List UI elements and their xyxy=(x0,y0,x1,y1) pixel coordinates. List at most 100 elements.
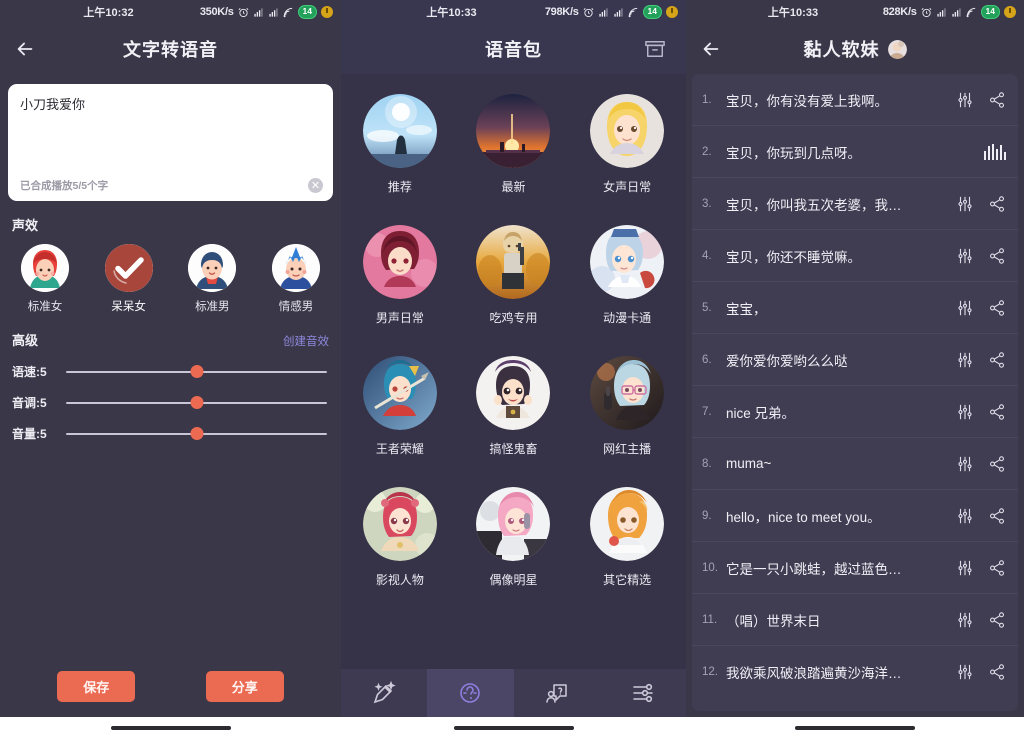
pack-cell[interactable]: 网红主播 xyxy=(570,342,684,473)
phrase-list[interactable]: 1. 宝贝，你有没有爱上我啊。 2. 宝贝，你玩到几点呀。 3. 宝贝，你叫我五… xyxy=(692,74,1018,711)
voice-option-emotional-male[interactable]: 情感男 xyxy=(265,244,327,314)
item-index: 12. xyxy=(702,666,718,678)
equalizer-icon[interactable] xyxy=(956,403,974,421)
pack-cell[interactable]: 影视人物 xyxy=(343,473,457,604)
pack-cell[interactable]: 搞怪鬼畜 xyxy=(457,342,571,473)
pack-cell[interactable]: 王者荣耀 xyxy=(343,342,457,473)
back-arrow-icon[interactable] xyxy=(14,38,36,60)
pack-label: 搞怪鬼畜 xyxy=(489,442,538,456)
equalizer-icon[interactable] xyxy=(956,663,974,681)
status-bar-phrases: 上午10:33 828K/s 14 xyxy=(686,0,1024,24)
item-text: hello，nice to meet you。 xyxy=(726,509,881,525)
advanced-section-header: 高级 创建音效 xyxy=(12,330,329,349)
pack-cell[interactable]: 偶像明星 xyxy=(457,473,571,604)
share-icon[interactable] xyxy=(988,351,1006,369)
waveform-playing-icon[interactable] xyxy=(984,143,1006,160)
voice-option-standard-female[interactable]: 标准女 xyxy=(14,244,76,314)
share-icon[interactable] xyxy=(988,299,1006,317)
voice-option-cute-female[interactable]: 呆呆女 xyxy=(98,244,160,314)
system-nav-bar xyxy=(686,717,1024,739)
equalizer-icon[interactable] xyxy=(956,195,974,213)
status-time: 上午10:33 xyxy=(767,7,819,19)
equalizer-icon[interactable] xyxy=(956,247,974,265)
create-effect-link[interactable]: 创建音效 xyxy=(283,333,329,349)
signal-icon-sim1 xyxy=(253,7,264,18)
item-text: 宝贝，你玩到几点呀。 xyxy=(726,145,861,161)
equalizer-icon[interactable] xyxy=(956,559,974,577)
power-saver-icon xyxy=(666,6,678,18)
list-item[interactable]: 9. hello，nice to meet you。 xyxy=(692,490,1018,542)
pack-cell[interactable]: 最新 xyxy=(457,80,571,211)
clear-text-icon[interactable]: ✕ xyxy=(308,178,323,193)
item-actions xyxy=(956,403,1006,421)
pack-cell[interactable]: 男声日常 xyxy=(343,211,457,342)
slider-speed-thumb[interactable] xyxy=(190,365,203,378)
list-item[interactable]: 8. muma~ xyxy=(692,438,1018,490)
share-icon[interactable] xyxy=(988,455,1006,473)
equalizer-icon[interactable] xyxy=(956,611,974,629)
home-indicator[interactable] xyxy=(453,726,574,730)
share-icon[interactable] xyxy=(988,507,1006,525)
list-item[interactable]: 7. nice 兄弟。 xyxy=(692,386,1018,438)
home-indicator[interactable] xyxy=(110,726,231,730)
share-icon[interactable] xyxy=(988,559,1006,577)
slider-pitch-thumb[interactable] xyxy=(190,396,203,409)
list-item[interactable]: 4. 宝贝，你还不睡觉嘛。 xyxy=(692,230,1018,282)
tab-voice-pack[interactable] xyxy=(427,669,514,717)
equalizer-icon[interactable] xyxy=(956,299,974,317)
share-icon[interactable] xyxy=(988,195,1006,213)
text-input-card[interactable]: 小刀我爱你 已合成播放5/5个字 ✕ xyxy=(8,84,333,201)
list-item[interactable]: 12. 我欲乘风破浪踏遍黄沙海洋… xyxy=(692,646,1018,698)
item-actions xyxy=(956,455,1006,473)
slider-pitch-track[interactable] xyxy=(66,395,327,411)
list-item[interactable]: 2. 宝贝，你玩到几点呀。 xyxy=(692,126,1018,178)
pack-cell[interactable]: 吃鸡专用 xyxy=(457,211,571,342)
pack-label: 动漫卡通 xyxy=(603,311,652,325)
settings-sliders-icon xyxy=(631,681,655,705)
equalizer-icon[interactable] xyxy=(956,507,974,525)
share-icon[interactable] xyxy=(988,91,1006,109)
list-item[interactable]: 11. （唱）世界末日 xyxy=(692,594,1018,646)
item-actions xyxy=(956,611,1006,629)
save-button[interactable]: 保存 xyxy=(57,670,136,702)
tab-magic-effects[interactable] xyxy=(341,669,427,717)
pack-cell[interactable]: 动漫卡通 xyxy=(570,211,684,342)
item-actions xyxy=(984,143,1006,160)
archive-box-icon[interactable] xyxy=(644,39,666,59)
list-item[interactable]: 6. 爱你爱你爱哟么么哒 xyxy=(692,334,1018,386)
system-nav-bar xyxy=(0,717,341,739)
share-icon[interactable] xyxy=(988,403,1006,421)
list-item[interactable]: 1. 宝贝，你有没有爱上我啊。 xyxy=(692,74,1018,126)
tab-settings[interactable] xyxy=(600,669,686,717)
pack-cell[interactable]: 其它精选 xyxy=(570,473,684,604)
share-icon[interactable] xyxy=(988,247,1006,265)
share-button[interactable]: 分享 xyxy=(205,670,284,702)
equalizer-icon[interactable] xyxy=(956,351,974,369)
pack-cell[interactable]: 女声日常 xyxy=(570,80,684,211)
list-item[interactable]: 3. 宝贝，你叫我五次老婆，我… xyxy=(692,178,1018,230)
profile-avatar[interactable] xyxy=(887,39,907,59)
back-arrow-icon[interactable] xyxy=(700,38,722,60)
pack-thumbnail-streamer xyxy=(590,356,665,430)
slider-volume: 音量:5 xyxy=(8,425,333,442)
equalizer-icon[interactable] xyxy=(956,91,974,109)
home-indicator[interactable] xyxy=(795,726,915,730)
equalizer-icon[interactable] xyxy=(956,455,974,473)
slider-volume-track[interactable] xyxy=(66,426,327,442)
list-item[interactable]: 10. 它是一只小跳蛙，越过蓝色… xyxy=(692,542,1018,594)
list-item[interactable]: 5. 宝宝， xyxy=(692,282,1018,334)
signal-icon-sim2 xyxy=(268,7,279,18)
slider-pitch: 音调:5 xyxy=(8,394,333,411)
network-speed: 798K/s xyxy=(544,6,579,18)
slider-speed-track[interactable] xyxy=(66,364,327,380)
tts-text-value[interactable]: 小刀我爱你 xyxy=(20,96,321,178)
voice-pack-grid: 推荐 最新 女声日常 男声日常 吃鸡专用 动漫卡通 王者荣耀 搞怪鬼畜 网红主播… xyxy=(341,74,686,669)
tab-help[interactable] xyxy=(514,669,600,717)
share-icon[interactable] xyxy=(988,611,1006,629)
voice-option-standard-male[interactable]: 标准男 xyxy=(181,244,243,314)
share-icon[interactable] xyxy=(988,663,1006,681)
system-nav-bar xyxy=(341,717,686,739)
slider-volume-thumb[interactable] xyxy=(190,427,203,440)
battery-badge: 14 xyxy=(642,5,662,19)
pack-cell[interactable]: 推荐 xyxy=(343,80,457,211)
